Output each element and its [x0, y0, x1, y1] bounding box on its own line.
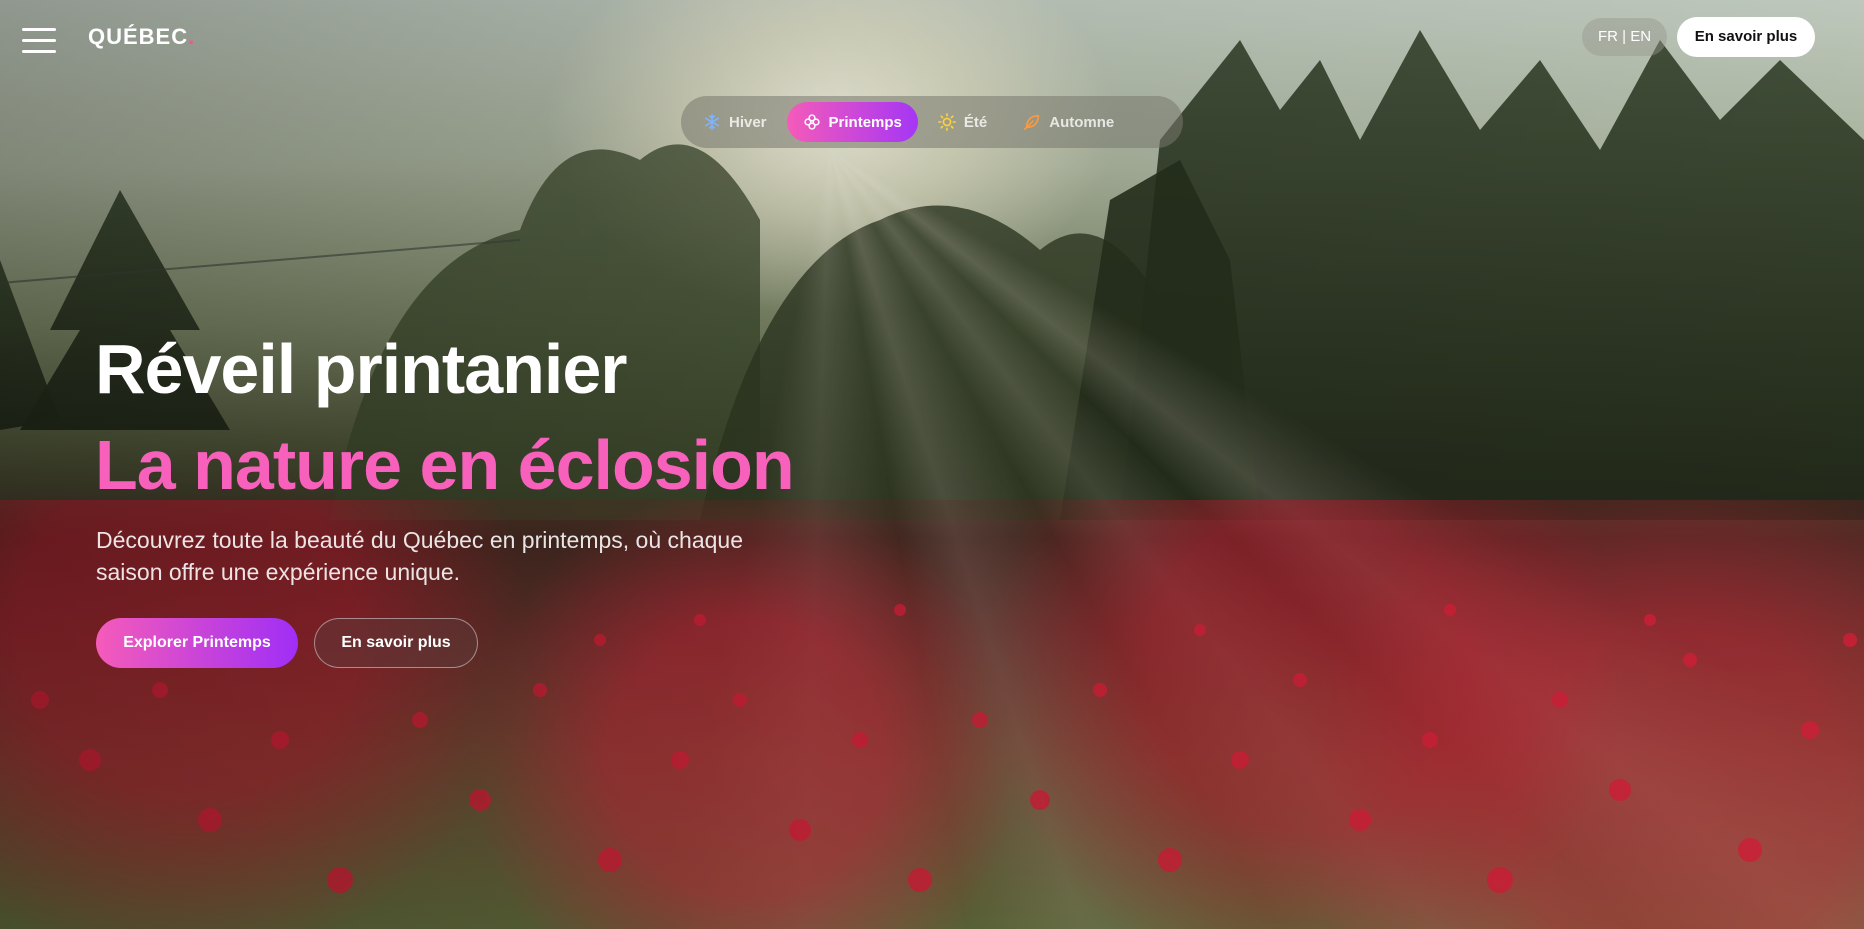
header-learn-more-button[interactable]: En savoir plus [1677, 17, 1815, 57]
season-tabs: Hiver Printemps Été Automne [681, 96, 1183, 148]
leaf-icon [1024, 114, 1040, 131]
flower-icon [803, 114, 820, 130]
tab-printemps[interactable]: Printemps [786, 102, 918, 142]
logo-text: QUÉBEC [88, 24, 189, 49]
hero-subtitle: La nature en éclosion [95, 426, 795, 504]
language-toggle[interactable]: FR | EN [1582, 18, 1668, 56]
tab-label: Été [963, 113, 988, 131]
menu-bar [22, 28, 56, 31]
hero-description: Découvrez toute la beauté du Québec en p… [96, 527, 743, 585]
sun-icon [937, 113, 956, 131]
logo[interactable]: QUÉBEC. [88, 24, 195, 50]
tab-label: Hiver [729, 113, 767, 131]
explore-season-button[interactable]: Explorer Printemps [96, 618, 298, 668]
tab-label: Printemps [828, 113, 902, 131]
hero-title: Réveil printanier [95, 330, 628, 408]
tab-ete[interactable]: Été [922, 102, 1003, 142]
tab-hiver[interactable]: Hiver [687, 102, 783, 142]
logo-dot: . [188, 24, 196, 49]
snowflake-icon [704, 113, 720, 131]
hamburger-menu-icon[interactable] [22, 28, 56, 54]
learn-more-button[interactable]: En savoir plus [314, 618, 478, 668]
hero-section: QUÉBEC. FR | EN En savoir plus Hiver Pri… [0, 0, 1864, 929]
tab-automne[interactable]: Automne [1007, 102, 1130, 142]
tab-label: Automne [1049, 113, 1115, 131]
menu-bar [22, 39, 56, 42]
menu-bar [22, 50, 56, 53]
